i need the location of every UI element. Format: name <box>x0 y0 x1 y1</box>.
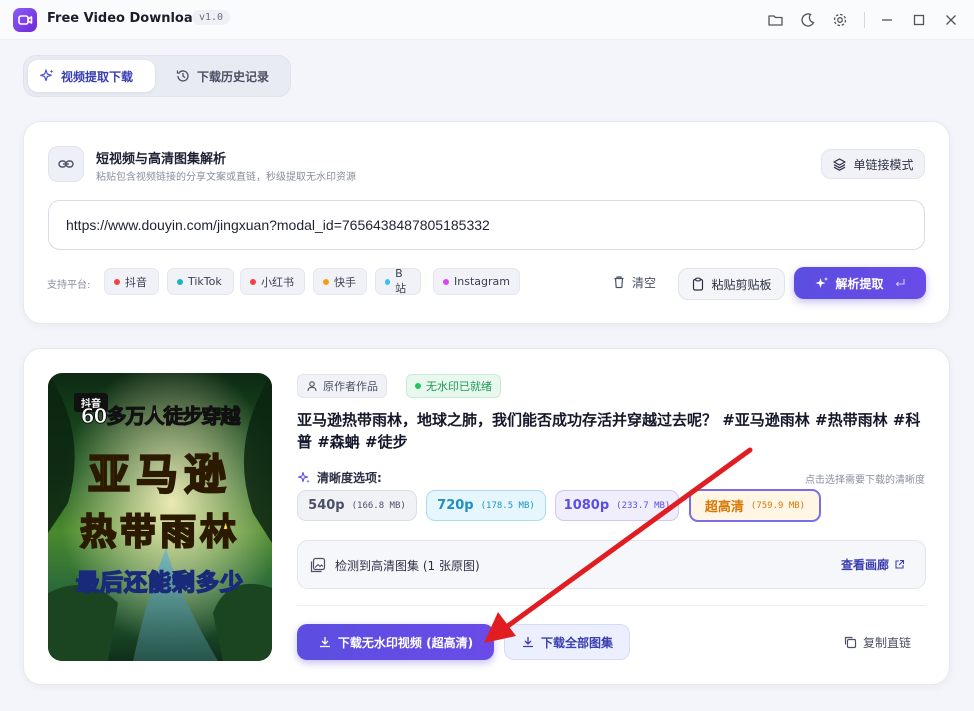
download-gallery-label: 下载全部图集 <box>540 635 613 650</box>
platform-dot-icon <box>385 278 391 285</box>
copy-icon <box>844 636 857 649</box>
tab-download-history[interactable]: 下载历史记录 <box>164 60 284 92</box>
tab-label: 下载历史记录 <box>197 69 270 84</box>
original-author-tag: 原作者作品 <box>297 374 387 398</box>
no-watermark-tag: 无水印已就绪 <box>406 374 501 398</box>
copy-link-button[interactable]: 复制直链 <box>836 631 918 653</box>
clear-button[interactable]: 清空 <box>604 268 664 296</box>
clear-label: 清空 <box>631 275 656 290</box>
quality-name: 1080p <box>563 498 610 513</box>
platform-dot-icon <box>114 278 120 285</box>
maximize-icon[interactable] <box>909 10 929 30</box>
settings-gear-icon[interactable] <box>830 10 850 30</box>
history-icon <box>176 70 189 82</box>
folder-icon[interactable] <box>766 10 786 30</box>
platforms-label: 支持平台: <box>47 280 91 291</box>
platform-dot-icon <box>443 278 449 285</box>
close-icon[interactable] <box>941 10 961 30</box>
title-bar: Free Video Downloader v1.0 <box>0 0 974 40</box>
platform-chip: 快手 <box>313 268 367 295</box>
quality-option-uhd[interactable]: 超高清 (759.9 MB) <box>689 489 821 522</box>
tab-video-extract[interactable]: 视频提取下载 <box>28 60 155 92</box>
section-title: 短视频与高清图集解析 <box>96 152 227 167</box>
download-video-label: 下载无水印视频 (超高清) <box>337 635 474 650</box>
tag-label: 无水印已就绪 <box>426 380 492 393</box>
quality-option-720p[interactable]: 720p (178.5 MB) <box>426 490 546 521</box>
enter-key-icon <box>895 279 905 287</box>
quality-size: (233.7 MB) <box>616 500 671 511</box>
thumb-caption-3: 热带雨林 <box>79 511 240 554</box>
paste-label: 粘贴剪贴板 <box>711 277 772 292</box>
paste-clipboard-button[interactable]: 粘贴剪贴板 <box>678 268 785 300</box>
sparkle-icon <box>40 69 54 82</box>
divider <box>297 605 926 606</box>
sparkle-icon <box>815 276 829 288</box>
clipboard-icon <box>693 277 704 291</box>
platform-name: B站 <box>395 267 407 295</box>
version-badge: v1.0 <box>192 10 231 25</box>
quality-label: 清晰度选项: <box>297 469 382 486</box>
thumb-caption-1: 60多万人徒步穿越 <box>80 404 241 429</box>
quality-name: 540p <box>308 498 345 513</box>
quality-hint: 点击选择需要下载的清晰度 <box>805 475 925 486</box>
quality-option-1080p[interactable]: 1080p (233.7 MB) <box>555 490 679 521</box>
quality-option-540p[interactable]: 540p (166.8 MB) <box>297 490 417 521</box>
input-card: 短视频与高清图集解析 粘贴包含视频链接的分享文案或直链，秒级提取无水印资源 单链… <box>23 121 950 324</box>
platform-chip: TikTok <box>167 268 234 295</box>
quality-name: 超高清 <box>704 500 744 515</box>
section-subtitle: 粘贴包含视频链接的分享文案或直链，秒级提取无水印资源 <box>96 172 356 183</box>
platform-name: 抖音 <box>125 275 147 289</box>
ready-dot-icon <box>415 383 421 389</box>
quality-size: (759.9 MB) <box>750 500 806 511</box>
layers-icon <box>833 157 847 171</box>
quality-name: 720p <box>437 498 474 513</box>
sparkle-icon <box>297 471 310 483</box>
link-icon <box>48 146 84 182</box>
tab-label: 视频提取下载 <box>61 69 134 84</box>
platform-chip: 抖音 <box>104 268 159 295</box>
dark-mode-icon[interactable] <box>798 10 818 30</box>
download-icon <box>522 637 533 648</box>
platform-chip: B站 <box>375 267 421 295</box>
view-gallery-link[interactable]: 查看画廊 <box>841 556 905 573</box>
titlebar-divider <box>864 12 865 28</box>
platform-dot-icon <box>250 278 256 285</box>
copy-link-label: 复制直链 <box>862 635 911 650</box>
minimize-icon[interactable] <box>877 10 897 30</box>
download-video-button[interactable]: 下载无水印视频 (超高清) <box>297 624 494 660</box>
app-logo-icon <box>13 8 37 32</box>
parse-label: 解析提取 <box>835 276 884 291</box>
platform-chip: 小红书 <box>240 268 305 295</box>
mode-button-label: 单链接模式 <box>853 157 914 172</box>
platform-name: 快手 <box>334 275 356 289</box>
result-card: 抖音 60多万人徒步穿越 亚马逊 热带雨林 最后还能剩多少 原作者作品 无水印已… <box>23 348 950 685</box>
quality-size: (178.5 MB) <box>480 500 535 511</box>
platform-chip: Instagram <box>433 268 520 295</box>
trash-icon <box>614 276 624 289</box>
platform-dot-icon <box>323 278 329 285</box>
video-thumbnail[interactable]: 抖音 60多万人徒步穿越 亚马逊 热带雨林 最后还能剩多少 <box>48 373 272 661</box>
thumb-caption-2: 亚马逊 <box>87 449 232 500</box>
single-link-mode-button[interactable]: 单链接模式 <box>821 149 925 179</box>
thumb-caption-4: 最后还能剩多少 <box>75 569 244 597</box>
gallery-icon <box>310 557 326 573</box>
user-icon <box>307 381 317 392</box>
platform-dot-icon <box>177 278 183 285</box>
quality-size: (166.8 MB) <box>351 500 406 511</box>
gallery-detected-panel: 检测到高清图集 (1 张原图) 查看画廊 <box>297 540 926 589</box>
platform-name: 小红书 <box>261 275 294 289</box>
quality-label-text: 清晰度选项: <box>317 471 382 485</box>
url-input[interactable] <box>48 200 925 250</box>
video-title: 亚马逊热带雨林，地球之肺，我们能否成功存活并穿越过去呢？ #亚马逊雨林 #热带雨… <box>297 411 921 451</box>
platform-name: Instagram <box>454 275 510 288</box>
external-link-icon <box>895 559 905 569</box>
parse-extract-button[interactable]: 解析提取 <box>794 267 926 299</box>
tag-label: 原作者作品 <box>323 380 378 393</box>
main-tabs: 视频提取下载 下载历史记录 <box>23 55 291 97</box>
view-gallery-label: 查看画廊 <box>840 558 889 572</box>
gallery-text: 检测到高清图集 (1 张原图) <box>335 559 480 573</box>
download-icon <box>319 637 330 648</box>
platform-name: TikTok <box>188 275 222 288</box>
download-gallery-button[interactable]: 下载全部图集 <box>504 624 630 660</box>
